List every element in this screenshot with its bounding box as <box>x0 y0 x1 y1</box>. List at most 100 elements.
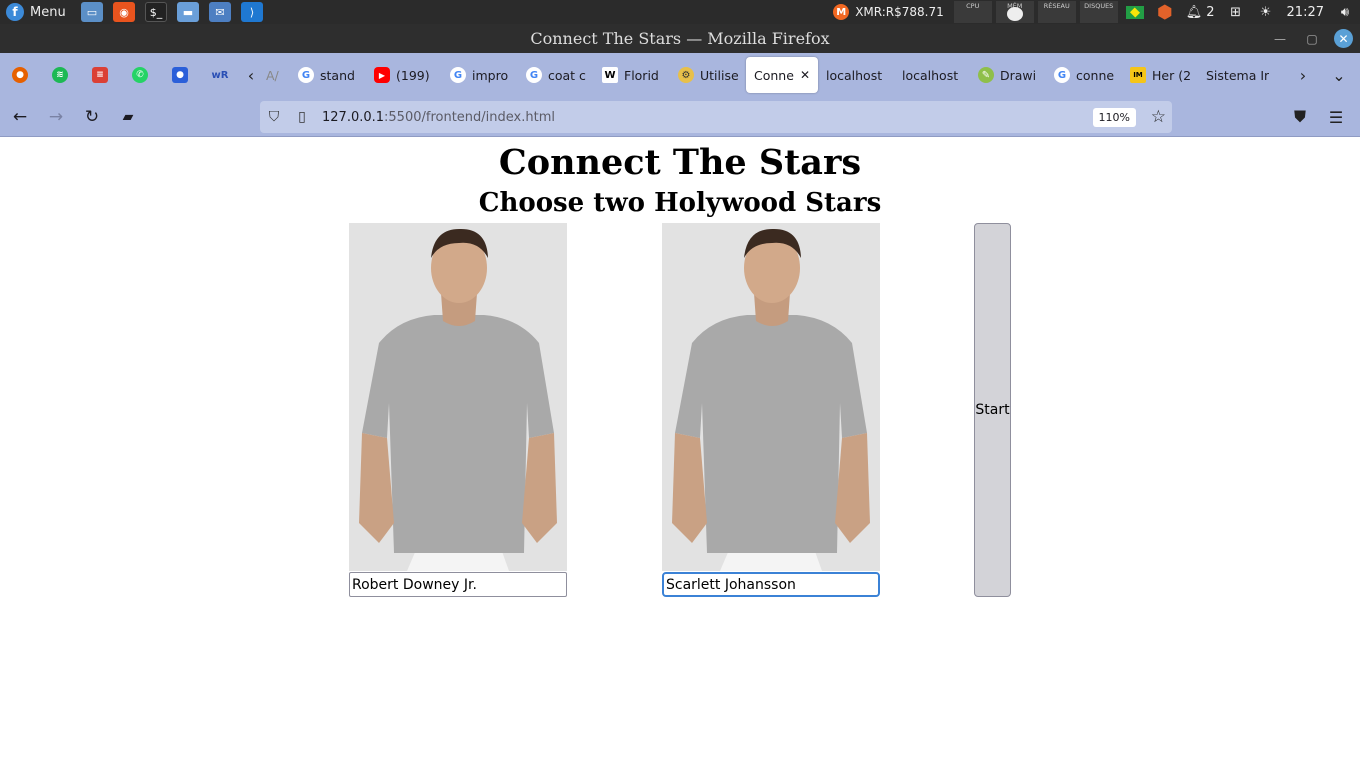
xmr-price: XMR:R$788.71 <box>855 5 944 19</box>
brazil-flag-icon[interactable] <box>1125 3 1144 21</box>
tab-label: Connec <box>754 67 794 83</box>
whatsapp-icon: ✆ <box>132 67 148 83</box>
tab-label: (199) <box>396 67 430 83</box>
volume-icon[interactable]: 🔊︎ <box>1336 3 1354 21</box>
pocket-icon[interactable]: ⛊ <box>1284 101 1316 133</box>
tab-12[interactable]: IM Her (2 <box>1122 57 1198 93</box>
tab-4[interactable]: Gcoat c <box>518 57 594 93</box>
tab-5[interactable]: W Florid <box>594 57 670 93</box>
pinned-tab-wr[interactable]: wR <box>200 53 240 97</box>
show-desktop-icon[interactable]: ▭ <box>81 2 103 22</box>
tab-10[interactable]: ✎ Drawi <box>970 57 1046 93</box>
pinned-tab-spotify[interactable]: ≋ <box>40 53 80 97</box>
tab-13[interactable]: Sistema Ir <box>1198 57 1278 93</box>
maximize-icon[interactable]: ▢ <box>1302 29 1322 49</box>
pinned-tab-whatsapp[interactable]: ✆ <box>120 53 160 97</box>
xmr-applet[interactable]: M XMR:R$788.71 <box>833 4 944 20</box>
pinned-tab-todoist[interactable]: ≡ <box>80 53 120 97</box>
files-icon[interactable]: ▬ <box>177 2 199 22</box>
star1-input[interactable] <box>349 572 567 597</box>
tabs-scroll-right-icon[interactable]: › <box>1292 53 1314 97</box>
tab-label: impro <box>472 67 509 83</box>
person-illustration <box>349 223 567 571</box>
url-bar[interactable]: ⛉ ▯ 127.0.0.1:5500/frontend/index.html 1… <box>260 101 1172 133</box>
tab-6[interactable]: ⚙ Utilise <box>670 57 746 93</box>
cpu-monitor[interactable]: CPU <box>953 1 992 23</box>
tab-3[interactable]: Gimpro <box>442 57 518 93</box>
tabs-scroll-left-icon[interactable]: ‹ <box>240 53 262 97</box>
monero-icon: M <box>833 4 850 20</box>
network-label: RÉSEAU <box>1043 2 1070 10</box>
menu-label: Menu <box>30 4 66 20</box>
clock[interactable]: 21:27 <box>1287 5 1324 20</box>
tab-label: Utilise <box>700 67 738 83</box>
pinned-tab-app[interactable]: ● <box>160 53 200 97</box>
back-button[interactable]: ← <box>4 101 36 133</box>
tab-7-active[interactable]: Connec ✕ <box>746 57 818 93</box>
fedora-logo-icon: f <box>6 3 24 21</box>
bell-icon: 🔔︎ <box>1185 4 1203 20</box>
tab-label: localhost <box>826 67 883 83</box>
reload-button[interactable]: ↻ <box>76 101 108 133</box>
memory-monitor[interactable]: MÉM <box>995 1 1034 23</box>
menu-button[interactable]: f Menu <box>0 3 76 21</box>
shield-icon[interactable]: ⛉ <box>260 101 288 133</box>
window-title: Connect The Stars — Mozilla Firefox <box>530 29 830 48</box>
url-text[interactable]: 127.0.0.1:5500/frontend/index.html <box>322 110 555 125</box>
arrow-left-icon: ← <box>12 106 28 127</box>
tab-list-chevron-down-icon[interactable]: ⌄ <box>1328 53 1350 97</box>
google-icon: G <box>526 67 542 83</box>
memory-graph-icon <box>1006 7 1023 21</box>
extension-icon: ▰ <box>122 108 134 125</box>
youtube-icon: ▶ <box>374 67 390 83</box>
network-monitor[interactable]: RÉSEAU <box>1037 1 1076 23</box>
tab-label: Drawi <box>1000 67 1037 83</box>
vscode-icon[interactable]: ⟩ <box>241 2 263 22</box>
window-titlebar[interactable]: Connect The Stars — Mozilla Firefox — ▢ … <box>0 24 1360 53</box>
notifications-count: 2 <box>1206 4 1215 20</box>
notifications-applet[interactable]: 🔔︎ 2 <box>1186 3 1215 21</box>
tab-strip: ● ≋ ≡ ✆ ● wR ‹ A/ Gstand ▶ (199) Gimpro G… <box>0 53 1360 97</box>
pinned-tabs: ● ≋ ≡ ✆ ● wR <box>0 53 240 97</box>
tab-9[interactable]: localhost <box>894 57 970 93</box>
page-content: Connect The Stars Choose two Holywood St… <box>0 138 1360 768</box>
star2-input[interactable] <box>662 572 880 597</box>
firefox-icon: ● <box>12 67 28 83</box>
tab-label: Her (2 <box>1152 67 1190 83</box>
zoom-indicator[interactable]: 110% <box>1092 108 1136 127</box>
url-path: :5500/frontend/index.html <box>384 109 555 125</box>
tab-label: Florid <box>624 67 659 83</box>
tab-8[interactable]: localhost <box>818 57 894 93</box>
desktop-panel: f Menu ▭ ◉ $_ ▬ ✉ ⟩ M XMR:R$788.71 CPU M… <box>0 0 1360 24</box>
minimize-icon[interactable]: — <box>1270 29 1290 49</box>
page-subtitle: Choose two Holywood Stars <box>478 188 882 218</box>
navigation-toolbar: ← → ↻ ▰ ⛉ ▯ 127.0.0.1:5500/frontend/inde… <box>0 97 1360 137</box>
pinned-tab-firefox[interactable]: ● <box>0 53 40 97</box>
tab-2[interactable]: ▶ (199) <box>366 57 442 93</box>
start-button[interactable]: Start <box>974 223 1011 597</box>
network-icon[interactable]: ⊞ <box>1227 3 1245 21</box>
url-host: 127.0.0.1 <box>322 109 385 125</box>
tab-0[interactable]: A/ <box>262 57 290 93</box>
tab-label: stand <box>320 67 355 83</box>
app-launcher-icon[interactable]: ◉ <box>113 2 135 22</box>
tab-label: coat c <box>548 67 586 83</box>
brightness-icon[interactable]: ☀ <box>1257 3 1275 21</box>
spotify-icon: ≋ <box>52 67 68 83</box>
disk-monitor[interactable]: DISQUES <box>1079 1 1118 23</box>
extension-button[interactable]: ▰ <box>112 101 144 133</box>
app-icon: ● <box>172 67 188 83</box>
tab-1[interactable]: Gstand <box>290 57 366 93</box>
package-icon[interactable]: ⬢ <box>1156 2 1174 23</box>
bookmark-star-icon[interactable]: ☆ <box>1151 107 1166 127</box>
close-tab-icon[interactable]: ✕ <box>800 68 810 82</box>
tab-11[interactable]: Gconne <box>1046 57 1122 93</box>
mail-icon[interactable]: ✉ <box>209 2 231 22</box>
close-window-icon[interactable]: ✕ <box>1334 29 1353 48</box>
page-icon[interactable]: ▯ <box>288 101 316 133</box>
hamburger-menu-icon[interactable]: ☰ <box>1320 101 1352 133</box>
forward-button[interactable]: → <box>40 101 72 133</box>
wikipedia-icon: W <box>602 67 618 83</box>
terminal-icon[interactable]: $_ <box>145 2 167 22</box>
page-title: Connect The Stars <box>498 142 862 183</box>
